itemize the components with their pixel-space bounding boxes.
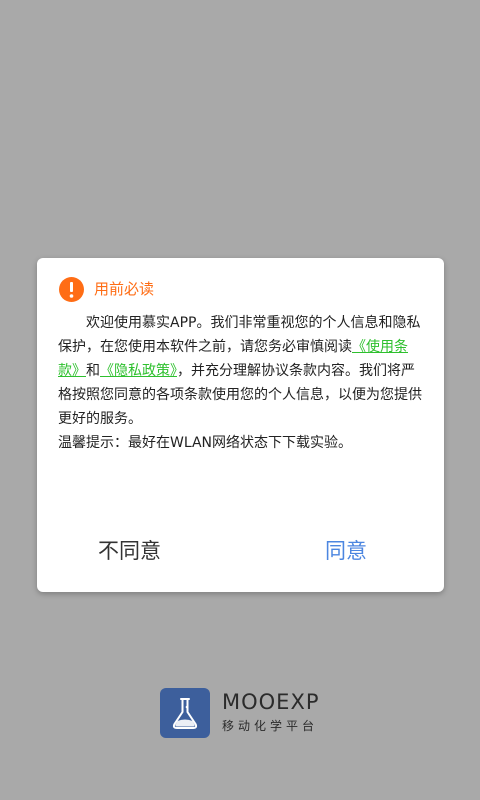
agree-button[interactable]: 同意 xyxy=(325,536,367,566)
brand-text: MOOEXP 移动化学平台 xyxy=(222,690,320,736)
dialog-header: 用前必读 xyxy=(59,276,154,302)
privacy-link[interactable]: 《隐私政策》 xyxy=(100,363,177,379)
brand-subtitle: 移动化学平台 xyxy=(222,719,319,733)
and-text: 和 xyxy=(86,363,100,379)
dialog-title: 用前必读 xyxy=(94,280,155,298)
brand-name: MOOEXP xyxy=(222,690,320,714)
brand-logo: MOOEXP 移动化学平台 xyxy=(160,688,320,738)
intro-paragraph: 欢迎使用慕实APP。我们非常重视您的个人信息和隐私保护，在您使用本软件之前，请您… xyxy=(58,311,426,431)
disagree-button[interactable]: 不同意 xyxy=(98,536,161,566)
privacy-dialog: 用前必读 欢迎使用慕实APP。我们非常重视您的个人信息和隐私保护，在您使用本软件… xyxy=(37,258,444,592)
dialog-body: 欢迎使用慕实APP。我们非常重视您的个人信息和隐私保护，在您使用本软件之前，请您… xyxy=(58,311,426,455)
tip-text: 温馨提示：最好在WLAN网络状态下下载实验。 xyxy=(58,435,353,451)
info-icon xyxy=(59,276,84,302)
flask-icon xyxy=(160,688,210,738)
